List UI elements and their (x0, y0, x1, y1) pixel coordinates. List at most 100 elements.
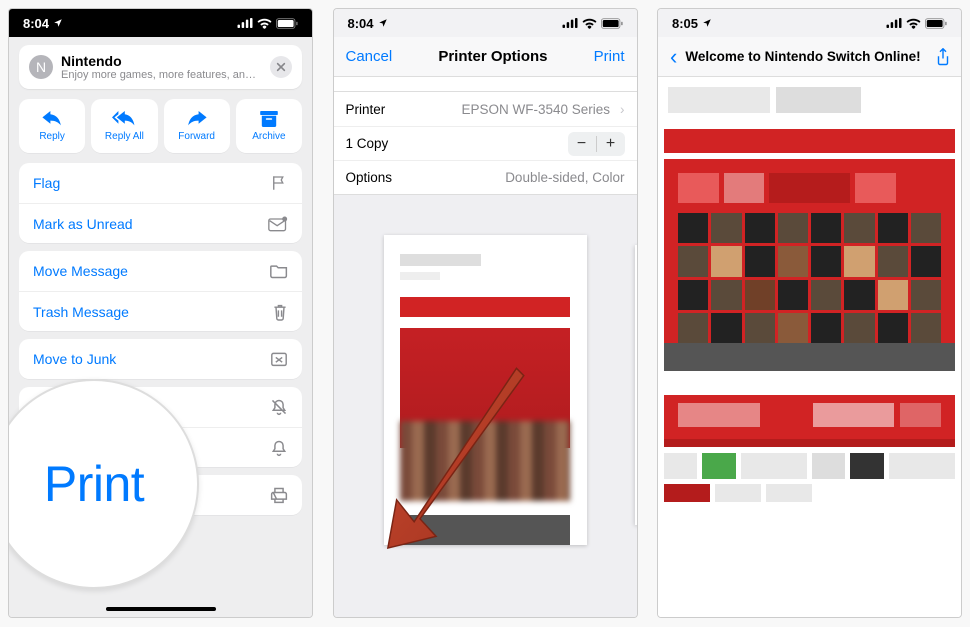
forward-icon (187, 111, 207, 127)
status-right (886, 18, 947, 29)
reply-label: Reply (39, 131, 65, 142)
share-button[interactable] (933, 47, 953, 67)
banner-subtitle: Enjoy more games, more features, and mo… (61, 69, 262, 81)
location-icon (702, 18, 712, 28)
flag-row[interactable]: Flag (19, 163, 302, 203)
reply-icon (42, 111, 62, 127)
signal-icon (562, 18, 578, 28)
nav-bar: Cancel Printer Options Print (334, 37, 637, 77)
status-bar: 8:05 (658, 9, 961, 37)
pixelated-content (400, 272, 441, 280)
archive-label: Archive (252, 131, 285, 142)
copies-key: 1 Copy (346, 136, 389, 151)
nav-title: Printer Options (438, 48, 547, 65)
move-junk-label: Move to Junk (33, 351, 116, 367)
reply-all-button[interactable]: Reply All (91, 99, 157, 153)
pixelated-content (664, 453, 955, 479)
mark-unread-label: Mark as Unread (33, 216, 133, 232)
move-message-row[interactable]: Move Message (19, 251, 302, 291)
location-icon (53, 18, 63, 28)
avatar: N (29, 55, 53, 79)
trash-icon (272, 303, 288, 321)
print-button[interactable]: Print (594, 48, 625, 65)
phone-screenshot-3: 8:05 ‹ Welcome to Nintendo Switch Online… (657, 8, 962, 618)
time-value: 8:05 (672, 16, 698, 31)
status-bar: 8:04 (334, 9, 637, 37)
junk-icon (270, 351, 288, 367)
options-value: Double-sided, Color (505, 170, 624, 185)
signal-icon (237, 18, 253, 28)
banner-title: Nintendo (61, 53, 262, 69)
phone-screenshot-2: 8:04 Cancel Printer Options Print Printe… (333, 8, 638, 618)
share-icon (935, 48, 951, 66)
print-callout-label: Print (44, 455, 144, 513)
status-right (562, 18, 623, 29)
stepper-plus[interactable]: + (597, 132, 625, 156)
battery-icon (925, 18, 947, 29)
settings-group: Printer EPSON WF-3540 Series › 1 Copy − … (334, 91, 637, 195)
archive-button[interactable]: Archive (236, 99, 302, 153)
options-row[interactable]: Options Double-sided, Color (334, 160, 637, 194)
forward-button[interactable]: Forward (164, 99, 230, 153)
back-button[interactable]: ‹ (666, 46, 681, 68)
printer-key: Printer (346, 102, 386, 117)
time-value: 8:04 (348, 16, 374, 31)
printer-icon (270, 486, 288, 504)
page-thumbnail[interactable] (384, 235, 587, 545)
trash-message-label: Trash Message (33, 304, 129, 320)
mark-unread-row[interactable]: Mark as Unread (19, 203, 302, 243)
status-time: 8:04 (23, 16, 63, 31)
quick-actions: Reply Reply All Forward Archive (19, 99, 302, 153)
pixelated-content (664, 484, 955, 502)
nav-title: Welcome to Nintendo Switch Online! (685, 49, 929, 64)
pixelated-content (664, 129, 955, 153)
pixelated-content (400, 421, 571, 501)
chevron-right-icon: › (620, 102, 625, 117)
trash-message-row[interactable]: Trash Message (19, 291, 302, 331)
pdf-preview[interactable] (658, 77, 961, 617)
print-preview[interactable] (334, 195, 637, 555)
wifi-icon (906, 18, 921, 29)
stepper-minus[interactable]: − (568, 132, 596, 156)
battery-icon (601, 18, 623, 29)
envelope-badge-icon (268, 216, 288, 232)
copies-stepper: − + (568, 132, 625, 156)
printer-value: EPSON WF-3540 Series (461, 102, 610, 117)
reply-all-icon (112, 111, 136, 127)
reply-all-label: Reply All (105, 131, 144, 142)
pixelated-content (400, 297, 571, 317)
battery-icon (276, 18, 298, 29)
location-icon (378, 18, 388, 28)
pixelated-content (664, 77, 955, 123)
flag-icon (270, 174, 288, 192)
bell-icon (270, 439, 288, 457)
phone-screenshot-1: 8:04 N Nintendo Enjoy more games, more f… (8, 8, 313, 618)
pixelated-content (664, 395, 955, 435)
copies-row: 1 Copy − + (334, 126, 637, 160)
close-button[interactable] (270, 56, 292, 78)
printer-row[interactable]: Printer EPSON WF-3540 Series › (334, 92, 637, 126)
wifi-icon (257, 18, 272, 29)
printer-value-wrap: EPSON WF-3540 Series › (461, 102, 624, 117)
pixelated-content (400, 515, 571, 545)
move-junk-row[interactable]: Move to Junk (19, 339, 302, 379)
list-group-1: Flag Mark as Unread (19, 163, 302, 243)
nav-bar: ‹ Welcome to Nintendo Switch Online! (658, 37, 961, 77)
status-time: 8:04 (348, 16, 388, 31)
signal-icon (886, 18, 902, 28)
bell-slash-icon (270, 398, 288, 416)
flag-label: Flag (33, 175, 60, 191)
pixelated-content (664, 435, 955, 447)
move-message-label: Move Message (33, 263, 128, 279)
list-group-2: Move Message Trash Message (19, 251, 302, 331)
copies-stepper-wrap: − + (568, 132, 625, 156)
archive-icon (260, 111, 278, 127)
time-value: 8:04 (23, 16, 49, 31)
reply-button[interactable]: Reply (19, 99, 85, 153)
home-indicator[interactable] (106, 607, 216, 611)
pixelated-content (664, 159, 955, 371)
cancel-button[interactable]: Cancel (346, 48, 393, 65)
next-page-peek (635, 245, 638, 525)
status-time: 8:05 (672, 16, 712, 31)
context-banner: N Nintendo Enjoy more games, more featur… (19, 45, 302, 89)
